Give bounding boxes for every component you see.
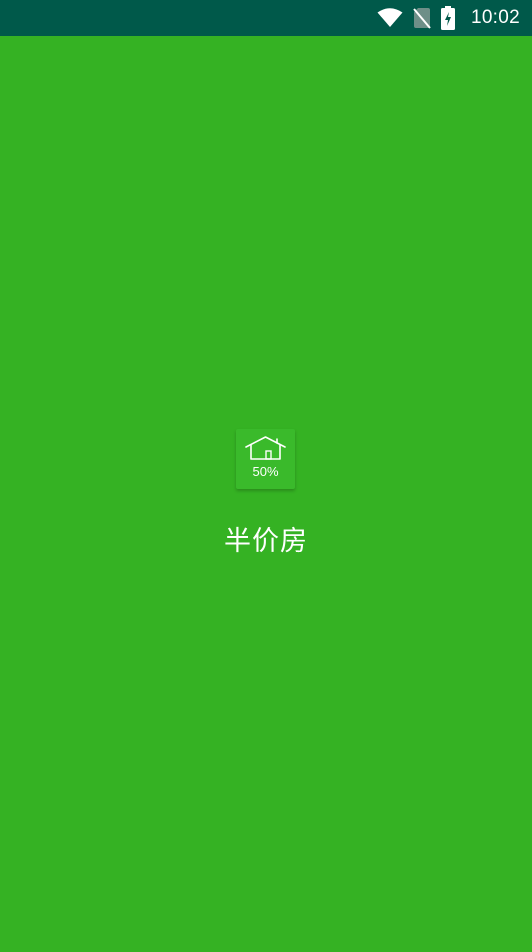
no-sim-icon: [413, 7, 431, 29]
status-bar: 10:02: [0, 0, 532, 36]
house-icon: [244, 434, 287, 466]
logo-text: 50%: [252, 464, 279, 479]
splash-screen: 10:02 50% 半价房: [0, 0, 532, 952]
status-time: 10:02: [470, 7, 520, 28]
app-title: 半价房: [224, 526, 308, 557]
battery-charging-icon: [440, 6, 455, 30]
splash-content: 50% 半价房: [0, 36, 532, 952]
status-icons: 10:02: [377, 0, 520, 36]
app-logo: 50%: [236, 429, 295, 489]
wifi-icon: [377, 8, 403, 28]
